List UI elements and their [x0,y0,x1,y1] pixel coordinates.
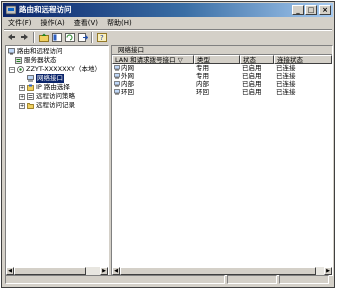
tree-label-remote-access-policies: 远程访问策略 [36,92,75,100]
tree-item-server[interactable]: − ZZYT-XXXXXXY（本地） [9,65,101,74]
scroll-left-button[interactable]: ◀ [6,267,14,275]
status-panel-secondary [227,275,277,284]
minimize-button[interactable]: _ [292,5,304,15]
cell-connection: 已连接 [276,64,296,72]
scroll-left-button[interactable]: ◀ [112,267,120,275]
title-bar[interactable]: 路由和远程访问 _ □ × [3,3,333,17]
window-controls: _ □ × [291,5,331,15]
cell-type: 内部 [196,80,209,88]
tree-label-ip-routing: IP 路由选择 [36,83,70,91]
routing-app-icon [6,5,16,15]
ip-routing-icon [27,84,34,91]
network-interfaces-icon [27,75,34,82]
svg-text:?: ? [100,34,104,42]
table-row[interactable]: 内部 内部 已启用 已连接 [112,80,332,88]
cell-status: 已启用 [242,64,262,72]
toolbar-separator [33,31,35,43]
tree-item-ip-routing[interactable]: + IP 路由选择 [19,83,70,92]
menu-help[interactable]: 帮助(H) [107,18,132,29]
expand-icon[interactable]: + [19,84,25,91]
export-icon[interactable] [77,32,88,43]
tree-label-server: ZZYT-XXXXXXY（本地） [26,65,101,73]
cell-status: 已启用 [242,88,262,96]
maximize-button[interactable]: □ [305,5,317,15]
computer-icon [8,48,15,55]
interface-icon [114,81,120,87]
show-tree-icon[interactable] [51,32,62,43]
tree-label-remote-access-logging: 远程访问记录 [36,101,75,109]
status-bar [5,275,331,285]
cell-status: 已启用 [242,72,262,80]
server-icon [17,66,24,73]
tree-item-network-interfaces[interactable]: 网络接口 [27,74,64,83]
cell-name-text: 环回 [121,88,134,96]
up-icon[interactable] [38,32,49,43]
menu-bar: 文件(F) 操作(A) 查看(V) 帮助(H) [8,18,141,29]
main-window: 路由和远程访问 _ □ × 文件(F) 操作(A) 查看(V) 帮助(H) ? … [1,1,335,288]
status-panel-tertiary [279,275,329,284]
column-header-connection[interactable]: 连接状态 [274,55,332,64]
status-panel-main [5,275,225,284]
cell-name-text: 内部 [121,80,134,88]
collapse-icon[interactable]: − [9,66,15,73]
tree-label-network-interfaces: 网络接口 [36,74,64,83]
help-icon[interactable]: ? [96,32,107,43]
forward-icon[interactable] [19,32,30,43]
cell-connection: 已连接 [276,88,296,96]
scroll-right-button[interactable]: ▶ [100,267,108,275]
tree-label-server-status: 服务器状态 [24,56,57,64]
refresh-icon[interactable] [64,32,75,43]
cell-status: 已启用 [242,80,262,88]
cell-name: 内部 [112,80,194,88]
tree-item-root[interactable]: 路由和远程访问 [8,47,63,56]
cell-name-text: 内网 [121,64,134,72]
scroll-right-button[interactable]: ▶ [324,267,332,275]
tree-label-root: 路由和远程访问 [17,47,63,55]
details-pane: 网络接口 LAN 和请求拨号接口 ▽ 类型 状态 连接状态 内网 专用 已启用 … [111,45,333,276]
scroll-thumb[interactable] [120,267,316,275]
cell-type: 环回 [196,88,209,96]
column-headers: LAN 和请求拨号接口 ▽ 类型 状态 连接状态 [112,55,332,64]
window-title: 路由和远程访问 [19,5,72,14]
details-horizontal-scrollbar[interactable]: ◀ ▶ [112,267,332,275]
console-tree[interactable]: 路由和远程访问 服务器状态 − ZZYT-XXXXXXY（本地） 网络接口 + … [5,45,109,276]
menu-action[interactable]: 操作(A) [41,18,65,29]
close-button[interactable]: × [319,5,331,15]
tree-item-server-status[interactable]: 服务器状态 [15,56,57,65]
toolbar-separator [91,31,93,43]
cell-connection: 已连接 [276,72,296,80]
server-status-icon [15,57,22,64]
tree-item-remote-access-logging[interactable]: + 远程访问记录 [19,101,75,110]
expand-icon[interactable]: + [19,102,25,109]
toolbar: ? [6,31,109,43]
folder-icon [27,103,34,109]
column-header-name[interactable]: LAN 和请求拨号接口 ▽ [112,55,194,64]
interface-icon [114,65,120,71]
cell-type: 专用 [196,64,209,72]
column-header-status[interactable]: 状态 [240,55,274,64]
scroll-thumb[interactable] [14,267,86,275]
expand-icon[interactable]: + [19,93,25,100]
table-row[interactable]: 内网 专用 已启用 已连接 [112,64,332,72]
cell-name: 外网 [112,72,194,80]
menu-file[interactable]: 文件(F) [8,18,32,29]
interface-icon [114,89,120,95]
cell-type: 专用 [196,72,209,80]
details-pane-title: 网络接口 [112,46,332,55]
tree-horizontal-scrollbar[interactable]: ◀ ▶ [6,267,108,275]
column-header-type[interactable]: 类型 [194,55,240,64]
menu-view[interactable]: 查看(V) [74,18,98,29]
policy-icon [27,93,34,100]
cell-name: 内网 [112,64,194,72]
cell-connection: 已连接 [276,80,296,88]
cell-name-text: 外网 [121,72,134,80]
table-row[interactable]: 环回 环回 已启用 已连接 [112,88,332,96]
cell-name: 环回 [112,88,194,96]
back-icon[interactable] [6,32,17,43]
interface-icon [114,73,120,79]
tree-item-remote-access-policies[interactable]: + 远程访问策略 [19,92,75,101]
table-row[interactable]: 外网 专用 已启用 已连接 [112,72,332,80]
